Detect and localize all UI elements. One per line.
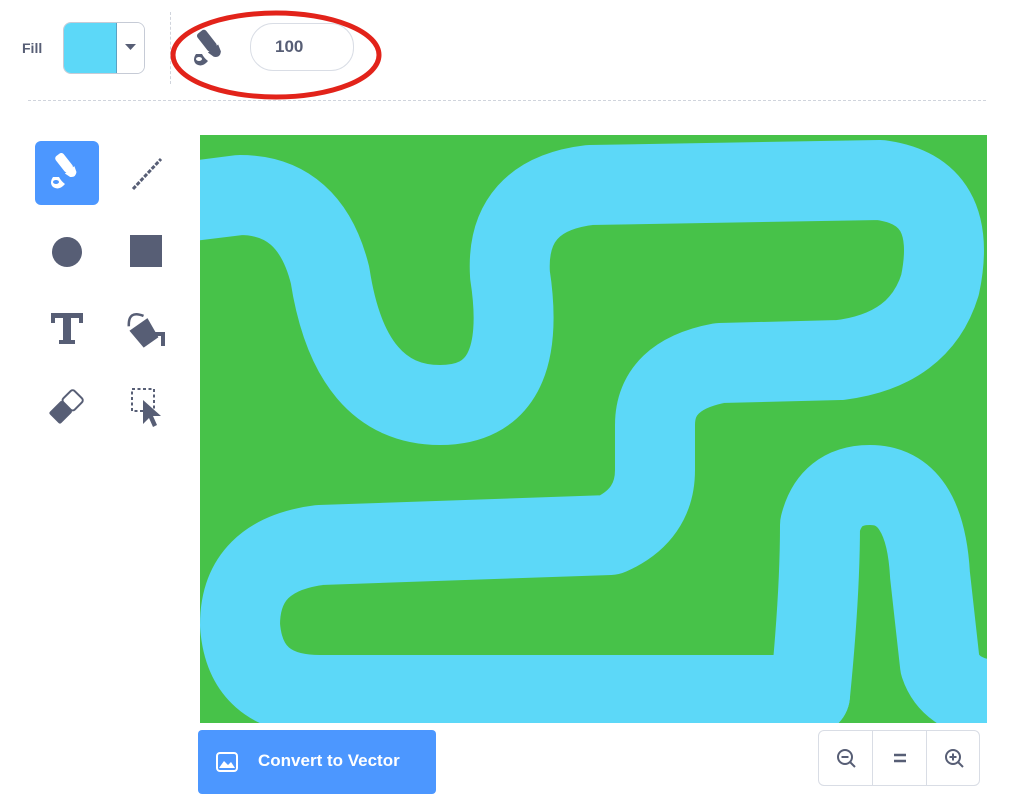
tool-line[interactable] [115, 141, 179, 205]
brush-icon [51, 152, 77, 189]
fill-dropdown-button[interactable] [117, 23, 144, 73]
tool-text[interactable] [35, 296, 99, 360]
zoom-reset-button[interactable] [873, 731, 926, 785]
tool-eraser[interactable] [35, 374, 99, 438]
tool-fill[interactable] [115, 296, 179, 360]
tool-select[interactable] [115, 374, 179, 438]
zoom-in-icon [945, 749, 964, 768]
toolbar-separator [28, 100, 986, 101]
eraser-icon [49, 389, 84, 424]
tool-rectangle[interactable] [115, 218, 179, 282]
zoom-out-button[interactable] [819, 731, 872, 785]
image-icon [216, 752, 238, 772]
river-path-drawing [200, 140, 987, 723]
line-icon [131, 157, 163, 191]
fill-color-picker[interactable] [63, 22, 145, 74]
fill-label: Fill [22, 40, 43, 56]
tool-circle[interactable] [35, 218, 99, 282]
convert-to-vector-button[interactable]: Convert to Vector [198, 730, 436, 794]
text-icon [51, 313, 83, 344]
zoom-out-icon [837, 749, 856, 768]
paint-canvas[interactable] [200, 135, 987, 723]
rectangle-icon [130, 235, 162, 267]
zoom-in-button[interactable] [927, 731, 979, 785]
tool-brush[interactable] [35, 141, 99, 205]
select-icon [131, 388, 161, 427]
zoom-controls [818, 730, 980, 786]
fill-bucket-icon [127, 312, 165, 348]
circle-icon [52, 237, 82, 267]
convert-to-vector-label: Convert to Vector [258, 751, 400, 770]
highlight-circle-annotation [170, 10, 382, 100]
caret-down-icon [125, 44, 136, 50]
fill-color-swatch[interactable] [64, 23, 117, 73]
zoom-reset-icon [894, 753, 906, 763]
